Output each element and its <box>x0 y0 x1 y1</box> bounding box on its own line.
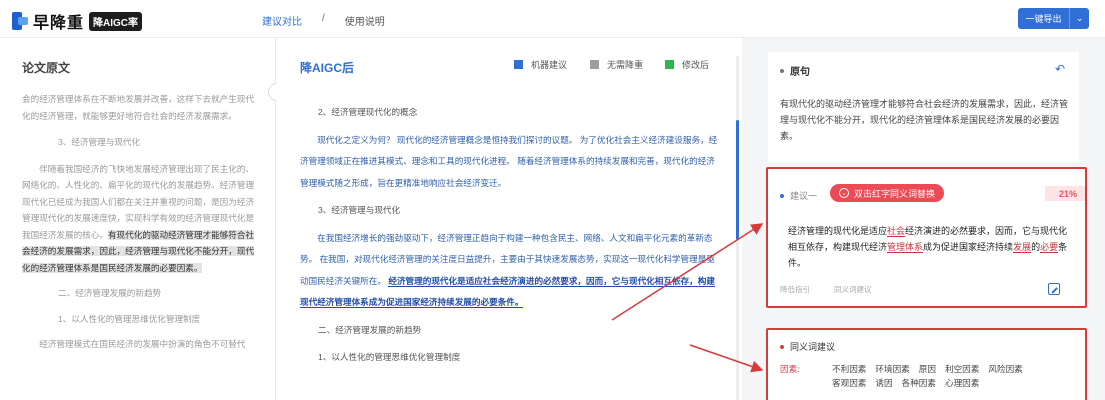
center-scrollbar[interactable] <box>736 56 739 400</box>
suggestion-text-part: 成为促进国家经济持续 <box>923 242 1014 252</box>
legend-label: 机器建议 <box>531 60 568 70</box>
suggestion-text[interactable]: 经济管理的现代化是适应社会经济演进的必然要求，因而，它与现代化相互依存，构建现代… <box>788 223 1068 271</box>
synonym-option[interactable]: 不利因素 <box>832 362 866 376</box>
top-nav: 建议对比 / 使用说明 <box>262 13 385 28</box>
nav-separator: / <box>322 13 325 24</box>
synonym-option[interactable]: 环境因素 <box>875 362 909 376</box>
original-paragraph: 会的经济管理体系在不断地发展并改善，这样下去就产生现代化的经济管理，就能够更好地… <box>22 94 255 121</box>
nav-help[interactable]: 使用说明 <box>345 13 385 28</box>
export-button[interactable]: 一键导出 ⌄ <box>1018 8 1089 29</box>
rewritten-paragraph[interactable]: 现代化之定义为何？ 现代化的经济管理概念是恒持我们探讨的议题。 为了优化社会主义… <box>300 130 718 195</box>
rewritten-paragraph-selected[interactable]: 在我国经济增长的强劲驱动下，经济管理正趋向于构建一种包含民主、网络、人文和扁平化… <box>300 228 718 314</box>
rewritten-text-title: 降AIGC后 <box>300 61 355 75</box>
synonym-replace-tag[interactable]: ⌄ 双击红字同义词替换 <box>830 184 945 202</box>
synonym-word[interactable]: 管理体系 <box>887 242 924 253</box>
suggestion-label: 建议一 <box>790 191 818 201</box>
synonym-word[interactable]: 社会 <box>887 226 906 237</box>
original-paragraph-text: 伴随着我国经济的飞快地发展经济管理出现了民主化的、网络化的、人性化的、扁平化的现… <box>22 163 255 240</box>
legend-no-change: 无需降重 <box>590 58 643 71</box>
suggestion-text-part: 的 <box>1031 242 1041 252</box>
suggestion-panel: 原句 ↶ 有现代化的驱动经济管理才能够符合社会经济的发展需求，因此，经济管理与现… <box>742 38 1105 400</box>
original-text-panel: 论文原文 会的经济管理体系在不断地发展并改善，这样下去就产生现代化的经济管理，就… <box>0 38 276 400</box>
legend-modified: 修改后 <box>665 58 709 71</box>
rewritten-heading: 1、以人性化的管理思维优化管理制度 <box>318 352 461 362</box>
original-sentence-title: 原句 <box>790 67 810 78</box>
chevron-down-icon: ⌄ <box>839 188 849 198</box>
footer-guide[interactable]: 降低指引 <box>780 284 810 295</box>
original-heading: 1、以人性化的管理思维优化管理制度 <box>58 313 201 324</box>
original-sentence-card: 原句 ↶ 有现代化的驱动经济管理才能够符合社会经济的发展需求，因此，经济管理与现… <box>768 52 1079 162</box>
synonym-option[interactable]: 各种因素 <box>902 376 936 390</box>
edit-icon[interactable] <box>1048 283 1060 295</box>
synonym-option[interactable]: 利空因素 <box>945 362 979 376</box>
original-paragraph: 经济管理模式在国民经济的发展中扮演的角色不可替代 <box>39 339 246 349</box>
original-heading: 3、经济管理与现代化 <box>58 137 141 147</box>
rewritten-heading: 3、经济管理与现代化 <box>318 205 401 215</box>
bullet-icon <box>780 344 784 349</box>
suggestion-card[interactable]: 建议一 ⌄ 双击红字同义词替换 21% 经济管理的现代化是适应社会经济演进的必然… <box>766 167 1087 308</box>
top-bar: 早降重 降AIGC率 建议对比 / 使用说明 一键导出 ⌄ <box>0 0 1105 38</box>
nav-compare[interactable]: 建议对比 <box>262 13 302 28</box>
synonym-values: 不利因素 环境因素 原因 利空因素 风险因素 客观因素 诱因 各种因素 心理因素 <box>832 362 1072 390</box>
undo-icon[interactable]: ↶ <box>1055 62 1065 76</box>
bullet-icon <box>780 193 784 198</box>
logo[interactable]: 早降重 降AIGC率 <box>12 9 143 33</box>
original-text-title: 论文原文 <box>22 61 71 75</box>
suggestion-footer: 降低指引 同义词建议 <box>780 284 896 295</box>
similarity-percent: 21% <box>1045 186 1085 201</box>
synonym-card: 同义词建议 因素: 不利因素 环境因素 原因 利空因素 风险因素 客观因素 诱因… <box>766 328 1087 400</box>
synonym-option[interactable]: 原因 <box>919 362 936 376</box>
legend-swatch-icon <box>590 60 599 69</box>
synonym-key: 因素: <box>780 364 800 374</box>
original-sentence-header: 原句 <box>780 63 810 78</box>
legend-label: 无需降重 <box>607 60 644 70</box>
suggestion-text-part: 经济管理的现代化是适应 <box>788 226 888 236</box>
logo-badge: 降AIGC率 <box>89 11 143 31</box>
synonym-replace-tag-label: 双击红字同义词替换 <box>854 188 936 199</box>
export-button-label: 一键导出 <box>1025 14 1062 24</box>
synonym-option[interactable]: 客观因素 <box>832 376 866 390</box>
synonym-option[interactable]: 风险因素 <box>988 362 1022 376</box>
synonym-option[interactable]: 诱因 <box>875 376 892 390</box>
footer-synonym[interactable]: 同义词建议 <box>834 284 872 295</box>
original-sentence-text: 有现代化的驱动经济管理才能够符合社会经济的发展需求，因此，经济管理与现代化不能分… <box>780 99 1069 141</box>
synonym-header: 同义词建议 <box>780 340 835 353</box>
logo-mark-icon <box>12 12 28 30</box>
logo-text: 早降重 <box>33 15 85 32</box>
original-paragraph-highlighted: 伴随着我国经济的飞快地发展经济管理出现了民主化的、网络化的、人性化的、扁平化的现… <box>22 161 258 277</box>
legend-swatch-icon <box>514 60 523 69</box>
original-text-body: 会的经济管理体系在不断地发展并改善，这样下去就产生现代化的经济管理，就能够更好地… <box>22 91 258 353</box>
synonym-row: 因素: 不利因素 环境因素 原因 利空因素 风险因素 客观因素 诱因 各种因素 … <box>780 362 1072 390</box>
suggestion-label-row: 建议一 <box>780 189 817 202</box>
synonym-title: 同义词建议 <box>790 342 836 352</box>
rewritten-heading: 2、经济管理现代化的概念 <box>318 107 418 117</box>
legend-machine: 机器建议 <box>514 58 567 71</box>
legend-swatch-icon <box>665 60 674 69</box>
synonym-option[interactable]: 心理因素 <box>945 376 979 390</box>
legend-label: 修改后 <box>682 60 710 70</box>
chevron-down-icon[interactable]: ⌄ <box>1069 8 1089 29</box>
synonym-word[interactable]: 发展 <box>1013 242 1032 253</box>
scrollbar-thumb[interactable] <box>736 120 739 240</box>
rewritten-text-panel: 降AIGC后 机器建议 无需降重 修改后 2、经济管理现代化的概念 现代化之定义… <box>276 38 742 400</box>
rewritten-text-body: 2、经济管理现代化的概念 现代化之定义为何？ 现代化的经济管理概念是恒持我们探讨… <box>300 96 718 375</box>
bullet-icon <box>780 68 784 73</box>
original-heading: 二、经济管理发展的新趋势 <box>58 288 162 298</box>
synonym-word[interactable]: 必要 <box>1040 242 1059 253</box>
rewritten-heading: 二、经济管理发展的新趋势 <box>318 324 422 335</box>
